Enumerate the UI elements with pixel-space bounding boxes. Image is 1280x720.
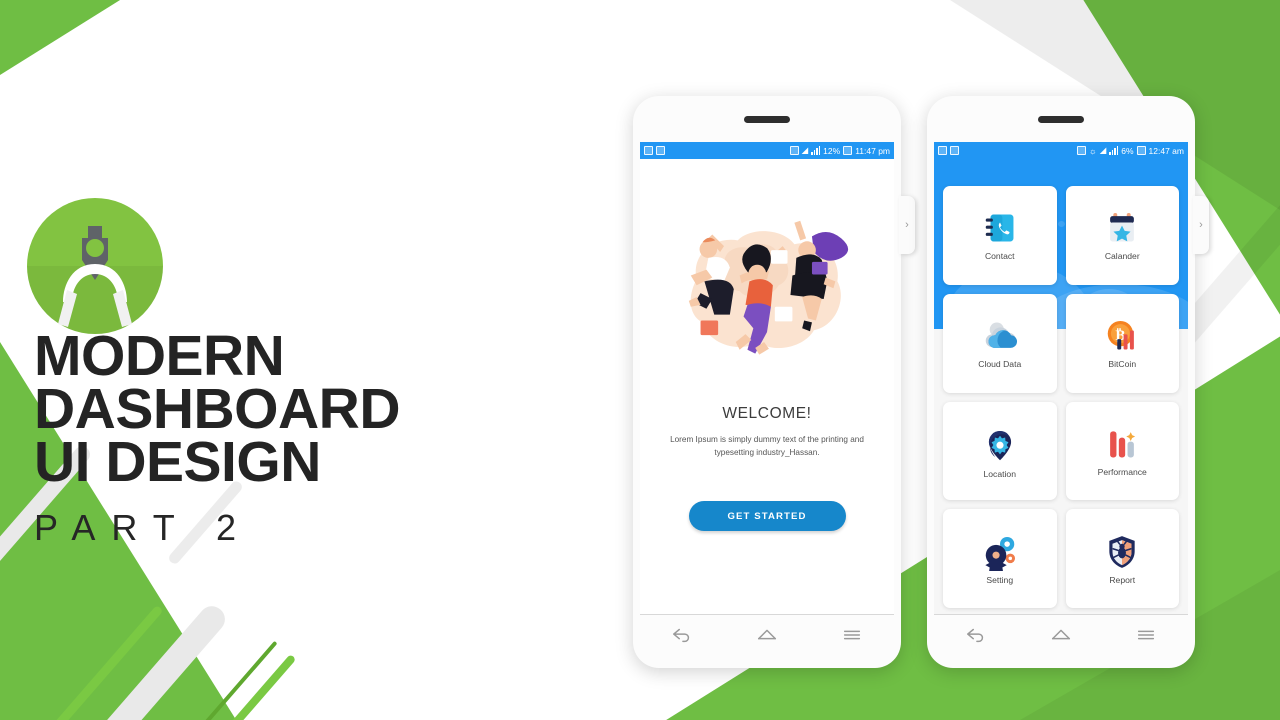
title-line-1: MODERN <box>34 324 285 388</box>
tile-performance[interactable]: Performance <box>1065 401 1179 501</box>
android-studio-logo <box>27 198 163 334</box>
tile-label: Performance <box>1097 466 1147 477</box>
phone-2-clock: 12:47 am <box>1148 145 1184 156</box>
screenshot-canvas: MODERN DASHBOARD UI DESIGN PART 2 › ◢ 12… <box>0 0 1280 720</box>
screencast-icon <box>1076 146 1086 155</box>
image-icon <box>644 146 653 155</box>
tile-label: Calander <box>1104 251 1140 262</box>
get-started-button[interactable]: GET STARTED <box>688 501 846 532</box>
tile-contact[interactable]: Contact <box>943 186 1057 285</box>
back-icon[interactable] <box>671 624 693 646</box>
tile-calander[interactable]: Calander <box>1065 186 1179 285</box>
wifi-icon: ◢ <box>801 145 809 155</box>
title-block: MODERN DASHBOARD UI DESIGN PART 2 <box>34 324 594 549</box>
tile-cloud-data[interactable]: Cloud Data <box>943 293 1057 393</box>
contact-book-icon <box>985 214 1014 242</box>
phone-1-status-bar: ◢ 12% 11:47 pm <box>640 142 894 159</box>
phone-2-screen: ☼ ◢ 6% 12:47 am Contact Calander Cloud D… <box>934 142 1188 614</box>
menu-icon[interactable] <box>841 624 863 646</box>
title-line-2: DASHBOARD <box>34 377 401 441</box>
status-bar-left-icons <box>938 146 959 155</box>
home-icon[interactable] <box>1050 624 1072 646</box>
tile-label: Location <box>983 468 1017 479</box>
phone-2-status-bar: ☼ ◢ 6% 12:47 am <box>934 142 1188 159</box>
tile-bitcoin[interactable]: ₿ BitCoin <box>1065 293 1179 393</box>
dashboard-content: Contact Calander Cloud Data ₿ BitCoin Lo… <box>934 159 1188 614</box>
earpiece-speaker <box>1038 116 1084 123</box>
tile-label: Report <box>1109 574 1136 585</box>
sim-card-icon <box>656 146 665 155</box>
image-icon <box>938 146 947 155</box>
tile-setting[interactable]: Setting <box>943 509 1057 608</box>
status-bar-left-icons <box>644 146 665 155</box>
gears-icon <box>985 536 1015 571</box>
signal-bars-icon <box>1109 146 1119 155</box>
dashboard-tile-grid: Contact Calander Cloud Data ₿ BitCoin Lo… <box>934 159 1188 614</box>
back-icon[interactable] <box>965 624 987 646</box>
shield-bug-icon <box>1109 535 1135 568</box>
welcome-body-text: Lorem Ipsum is simply dummy text of the … <box>670 435 864 457</box>
bitcoin-chart-icon: ₿ <box>1108 321 1135 350</box>
battery-icon <box>843 146 853 155</box>
tile-label: Setting <box>986 574 1014 585</box>
phone-1-next-chevron-tab[interactable]: › <box>899 196 915 254</box>
bar-chart-icon <box>1110 431 1136 458</box>
tile-report[interactable]: Report <box>1065 509 1179 608</box>
tile-label: Contact <box>984 251 1015 262</box>
phone-mockup-onboarding: › ◢ 12% 11:47 pm WELCOME! Lorem Ipsum is… <box>633 96 915 668</box>
title-subtitle: PART 2 <box>34 507 253 548</box>
tile-location[interactable]: Location <box>943 401 1057 501</box>
phone-1-battery-percent: 12% <box>823 145 841 156</box>
phone-2-next-chevron-tab[interactable]: › <box>1193 196 1209 254</box>
phone-2-navigation-bar <box>934 614 1188 654</box>
welcome-heading: WELCOME! <box>722 405 812 422</box>
compass-glyph <box>58 226 132 327</box>
title-line-3: UI DESIGN <box>34 430 321 494</box>
status-bar-right-group: ◢ 12% 11:47 pm <box>789 145 890 156</box>
home-icon[interactable] <box>756 624 778 646</box>
location-pin-gear-icon <box>988 430 1011 461</box>
menu-icon[interactable] <box>1135 624 1157 646</box>
calendar-star-icon <box>1110 213 1135 242</box>
sim-card-icon <box>950 146 959 155</box>
phone-mockup-dashboard: › ☼ ◢ 6% 12:47 am Contact Calander Cloud… <box>927 96 1209 668</box>
screencast-icon <box>789 146 799 155</box>
onboarding-content: WELCOME! Lorem Ipsum is simply dummy tex… <box>640 159 894 614</box>
cloud-icon <box>985 322 1017 349</box>
phone-2-battery-percent: 6% <box>1121 145 1134 156</box>
phone-1-screen: ◢ 12% 11:47 pm WELCOME! Lorem Ipsum is s… <box>640 142 894 614</box>
mute-icon: ☼ <box>1088 145 1097 156</box>
tile-label: BitCoin <box>1108 359 1137 370</box>
status-bar-right-group: ☼ ◢ 6% 12:47 am <box>1076 145 1184 156</box>
people-celebrating-illustration <box>688 220 849 355</box>
earpiece-speaker <box>744 116 790 123</box>
phone-1-clock: 11:47 pm <box>855 145 890 156</box>
wifi-icon: ◢ <box>1099 145 1107 155</box>
battery-icon <box>1136 146 1146 155</box>
phone-1-navigation-bar <box>640 614 894 654</box>
signal-bars-icon <box>811 146 821 155</box>
tile-label: Cloud Data <box>978 359 1022 370</box>
